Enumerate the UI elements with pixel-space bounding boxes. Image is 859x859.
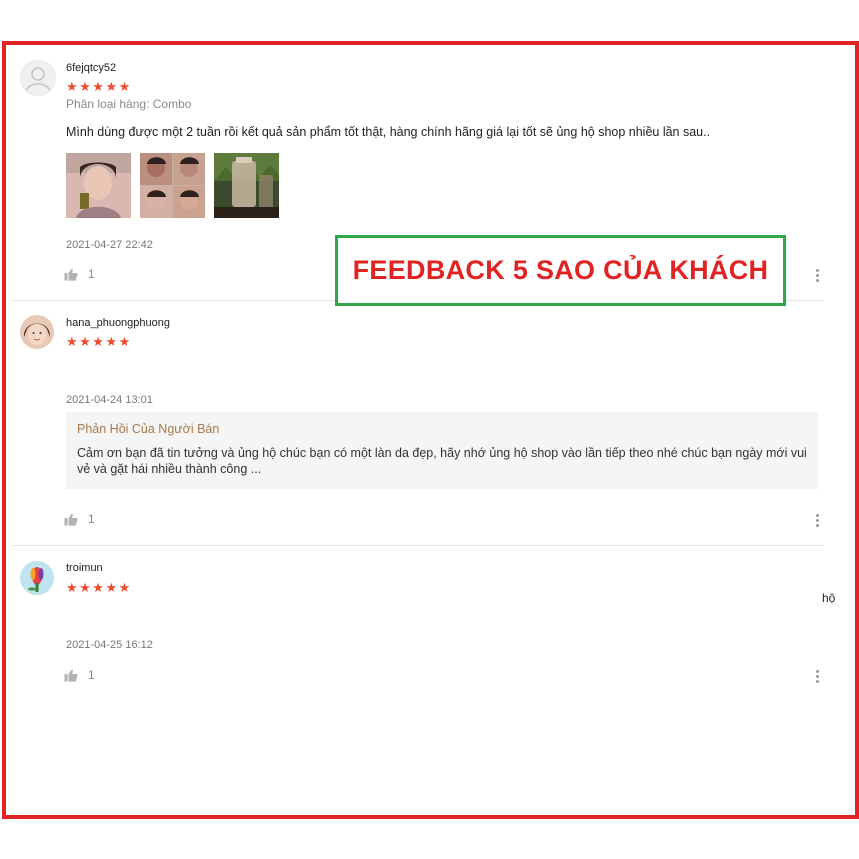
review-photo-thumbnail[interactable] [140,153,205,218]
thumbs-up-icon [64,513,78,526]
like-button[interactable]: 1 [64,512,95,526]
seller-reply: Phản Hồi Của Người Bán Cảm ơn bạn đã tin… [66,412,818,489]
review-timestamp: 2021-04-25 16:12 [66,639,153,651]
rating-stars: ★★★★★ [66,334,132,349]
thumbs-up-icon [64,268,78,281]
review-photo-thumbnail[interactable] [66,153,131,218]
more-options-icon[interactable] [816,668,820,685]
reviewer-username[interactable]: troimun [66,562,103,574]
review-photos [66,153,279,218]
thumbs-up-icon [64,669,78,682]
reviewer-username[interactable]: 6fejqtcy52 [66,62,116,74]
product-variation: Phân loại hàng: Combo [66,97,192,111]
truncated-text: hộ [822,591,836,605]
review-frame: 6fejqtcy52 ★★★★★ Phân loại hàng: Combo M… [2,41,859,819]
review-timestamp: 2021-04-24 13:01 [66,394,153,406]
more-options-icon[interactable] [816,512,820,529]
rating-stars: ★★★★★ [66,79,132,94]
like-count: 1 [88,512,95,526]
review-photo-thumbnail[interactable] [214,153,279,218]
like-count: 1 [88,267,95,281]
reviewer-username[interactable]: hana_phuongphuong [66,317,170,329]
reviewer-avatar[interactable] [20,561,54,595]
seller-reply-title: Phản Hồi Của Người Bán [77,422,220,436]
seller-reply-text: Cảm ơn bạn đã tin tưởng và ủng hộ chúc b… [77,446,807,476]
default-avatar-icon[interactable] [20,60,56,96]
reviewer-avatar[interactable] [20,315,54,349]
rating-stars: ★★★★★ [66,580,132,595]
like-button[interactable]: 1 [64,267,95,281]
like-button[interactable]: 1 [64,668,95,682]
like-count: 1 [88,668,95,682]
feedback-badge-text: FEEDBACK 5 SAO CỦA KHÁCH [352,255,769,285]
review-comment: Mình dùng được một 2 tuần rồi kết quả sả… [66,125,711,139]
review-timestamp: 2021-04-27 22:42 [66,239,153,251]
review-divider [12,545,824,546]
feedback-badge: FEEDBACK 5 SAO CỦA KHÁCH [335,235,786,306]
more-options-icon[interactable] [816,267,820,284]
